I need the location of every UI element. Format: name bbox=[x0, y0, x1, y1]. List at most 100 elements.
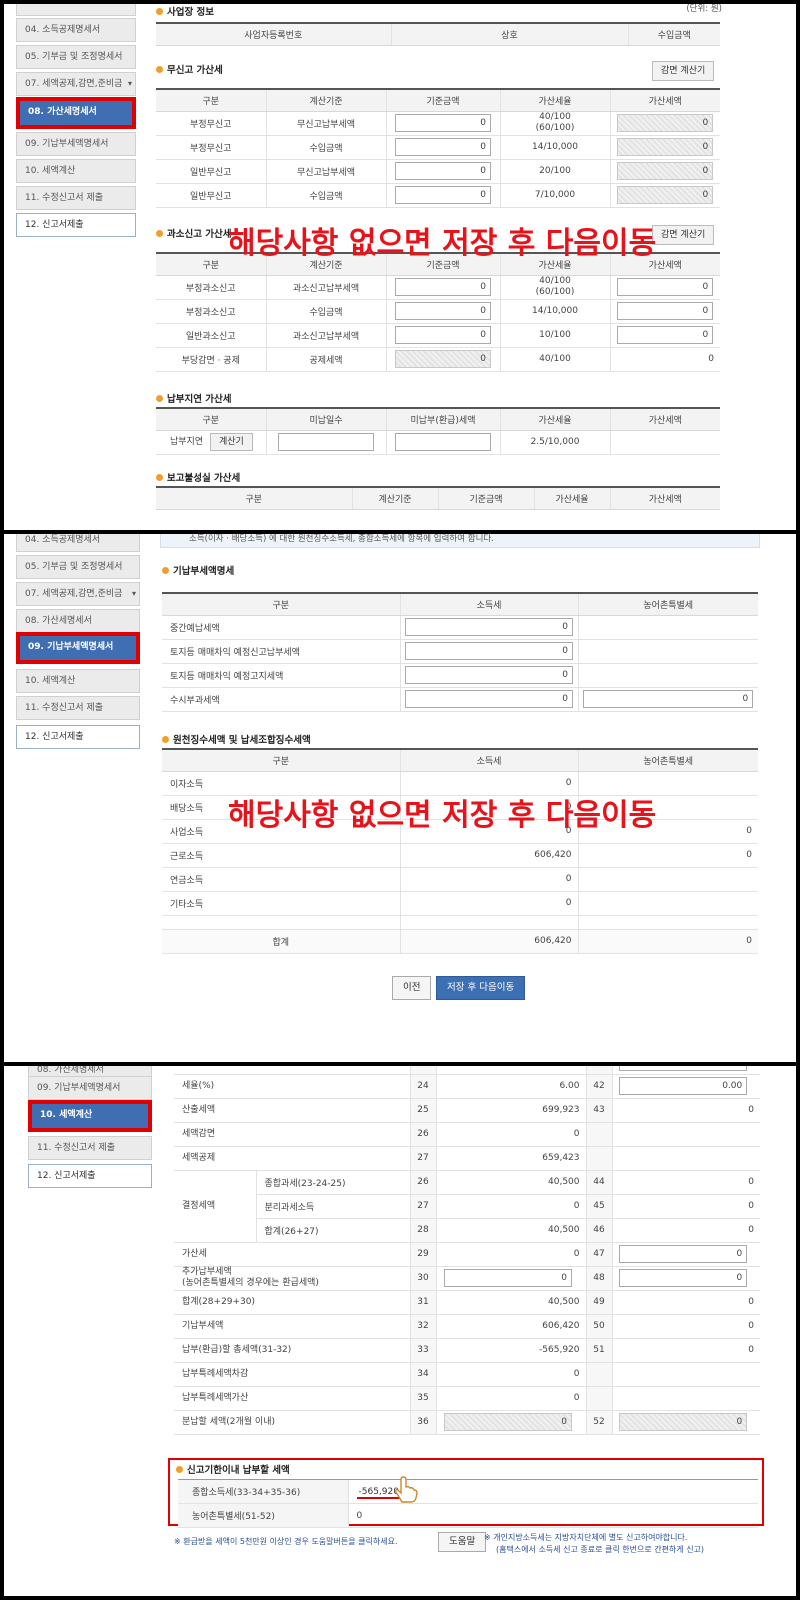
sidebar-item-income-deduction[interactable]: 04. 소득공제명세서 bbox=[16, 18, 136, 42]
rural-tax-cell bbox=[577, 639, 758, 664]
sidebar-item-prepaid-tax[interactable]: 09. 기납부세액명세서 bbox=[28, 1076, 152, 1100]
rural-tax-value-cell bbox=[611, 1386, 760, 1411]
row-label: 세율(%) bbox=[174, 1074, 410, 1099]
base-amount-input[interactable]: 0 bbox=[395, 162, 491, 180]
sidebar-item-amended[interactable]: 11. 수정신고서 제출 bbox=[28, 1136, 152, 1160]
base-amount-input[interactable]: 0 bbox=[395, 186, 491, 204]
income-tax-input[interactable]: 0 bbox=[405, 666, 573, 684]
income-tax-input[interactable]: 0 bbox=[405, 642, 573, 660]
sidebar-item-amended[interactable]: 11. 수정신고서 제출 bbox=[16, 186, 136, 210]
sidebar-item-donation[interactable]: 05. 기부금 및 조정명세서 bbox=[16, 45, 136, 69]
sidebar-item-donation[interactable]: 05. 기부금 및 조정명세서 bbox=[16, 555, 140, 579]
income-tax-value-cell: 40,500 bbox=[435, 1218, 586, 1243]
sidebar-item-prepaid-tax[interactable]: 09. 기납부세액명세서 bbox=[16, 132, 136, 156]
reduction-calculator-button[interactable]: 감면 계산기 bbox=[652, 61, 715, 81]
rural-tax-value-cell: 0 bbox=[611, 1218, 760, 1243]
rural-tax-value-cell bbox=[611, 1122, 760, 1147]
sidebar-item-tax-calc[interactable]: 10. 세액계산 bbox=[32, 1104, 148, 1128]
prev-button[interactable]: 이전 bbox=[392, 976, 432, 1000]
column-header: 계산기준 bbox=[265, 88, 386, 112]
table-row: 수시부과세액 0 0 bbox=[162, 687, 758, 712]
sidebar-item-tax-calc[interactable]: 10. 세액계산 bbox=[16, 159, 136, 183]
rural-tax-value-cell: 0 bbox=[611, 1242, 760, 1267]
sidebar-item-penalty-tax[interactable]: 08. 가산세명세서 bbox=[16, 609, 140, 633]
row-label: 기타소득 bbox=[162, 891, 400, 916]
row-label: 합계(28+29+30) bbox=[174, 1290, 410, 1315]
sidebar-item-tax-credit[interactable]: 07. 세액공제,감면,준비금 ▾ bbox=[16, 582, 140, 606]
sidebar-item-label: 09. 기납부세액명세서 bbox=[25, 139, 109, 149]
penalty-amount-input[interactable]: 0 bbox=[617, 302, 714, 320]
row-label bbox=[174, 1170, 256, 1194]
table-row: 근로소득 606,420 0 bbox=[162, 843, 758, 868]
bullet-icon bbox=[176, 1466, 183, 1473]
income-tax-value-input[interactable]: 0 bbox=[444, 1269, 572, 1287]
rural-tax-value-input[interactable]: 0 bbox=[619, 1245, 748, 1263]
sidebar-item-label: 11. 수정신고서 제출 bbox=[25, 193, 103, 203]
late-calculator-button[interactable]: 계산기 bbox=[210, 433, 253, 451]
rural-tax-value-cell: 0 bbox=[611, 1290, 760, 1315]
row-basis: 무신고납부세액 bbox=[265, 111, 386, 136]
rural-tax-value-input[interactable]: 0.00 bbox=[619, 1077, 748, 1095]
rural-tax-value bbox=[577, 867, 758, 892]
sidebar-item-partial[interactable] bbox=[16, 4, 136, 16]
income-tax-input[interactable]: 0 bbox=[405, 690, 573, 708]
sidebar-item-label: 07. 세액공제,감면,준비금 bbox=[25, 79, 123, 89]
table-row: 합계(28+29+30) 31 40,500 49 0 bbox=[174, 1290, 760, 1315]
penalty-amount-input[interactable]: 0 bbox=[617, 326, 714, 344]
sidebar-item-tax-credit[interactable]: 07. 세액공제,감면,준비금 ▾ bbox=[16, 72, 136, 96]
base-amount-field: 0 bbox=[395, 350, 491, 368]
income-tax-value-cell: 11,665,389 bbox=[435, 1066, 586, 1075]
sidebar-item-submit[interactable]: 12. 신고서제출 bbox=[28, 1164, 152, 1188]
rural-tax-value-cell: 0 bbox=[611, 1098, 760, 1123]
base-amount-input[interactable]: 0 bbox=[395, 278, 491, 296]
income-tax-value-cell: 40,500 bbox=[435, 1290, 586, 1315]
help-button[interactable]: 도움말 bbox=[438, 1532, 487, 1552]
sidebar-item-income-deduction[interactable]: 04. 소득공제명세서 bbox=[16, 534, 140, 552]
income-line-number: 23 bbox=[409, 1066, 436, 1075]
reduction-calculator-button-2[interactable]: 감면 계산기 bbox=[652, 225, 715, 245]
sidebar-item-label: 04. 소득공제명세서 bbox=[25, 535, 101, 545]
row-type: 납부지연 bbox=[170, 437, 204, 447]
sidebar-item-submit[interactable]: 12. 신고서제출 bbox=[16, 213, 136, 237]
business-info-table: 사업자등록번호 상호 수입금액 bbox=[156, 22, 720, 46]
row-label: 기납부세액 bbox=[174, 1314, 410, 1339]
column-header: 구분 bbox=[156, 88, 266, 112]
table-row: 가산세 29 0 47 0 bbox=[174, 1242, 760, 1267]
rural-tax-value-cell: 0 bbox=[611, 1266, 760, 1291]
save-next-button[interactable]: 저장 후 다음이동 bbox=[436, 976, 526, 1000]
income-line-number: 25 bbox=[409, 1098, 436, 1123]
sidebar-item-label: 08. 가산세명세서 bbox=[37, 1066, 104, 1075]
rural-tax-value bbox=[577, 891, 758, 916]
base-amount-input[interactable]: 0 bbox=[395, 302, 491, 320]
penalty-tax-panel: 04. 소득공제명세서 05. 기부금 및 조정명세서 07. 세액공제,감면,… bbox=[4, 4, 796, 530]
income-tax-value-cell: 0 bbox=[435, 1266, 586, 1291]
rural-line-number: 43 bbox=[585, 1098, 612, 1123]
table-row: 토지등 매매차익 예정신고납부세액 0 bbox=[162, 639, 758, 664]
sidebar-item-amended[interactable]: 11. 수정신고서 제출 bbox=[16, 696, 140, 720]
sidebar-item-label: 12. 신고서제출 bbox=[25, 732, 84, 742]
sidebar-item-submit[interactable]: 12. 신고서제출 bbox=[16, 725, 140, 749]
column-header: 가산세액 bbox=[609, 407, 720, 431]
income-tax-input[interactable]: 0 bbox=[405, 618, 573, 636]
row-label: 근로소득 bbox=[162, 843, 400, 868]
rural-tax-value-input[interactable]: 0 bbox=[619, 1066, 748, 1071]
sidebar-item-penalty-tax[interactable]: 08. 가산세명세서 bbox=[20, 101, 132, 125]
penalty-amount-field: 0 bbox=[617, 114, 714, 132]
sidebar-item-tax-calc[interactable]: 10. 세액계산 bbox=[16, 669, 140, 693]
unpaid-days-input[interactable] bbox=[278, 433, 374, 451]
rural-tax-value-input[interactable]: 0 bbox=[619, 1269, 748, 1287]
row-rate: 7/10,000 bbox=[499, 183, 610, 208]
nonfiling-title: 무신고 가산세 bbox=[156, 62, 223, 76]
tax-calculation-panel: 08. 가산세명세서 09. 기납부세액명세서 10. 세액계산 11. 수정신… bbox=[4, 1066, 796, 1596]
base-amount-input[interactable]: 0 bbox=[395, 138, 491, 156]
income-line-number: 33 bbox=[409, 1338, 436, 1363]
base-amount-input[interactable]: 0 bbox=[395, 114, 491, 132]
rural-tax-input[interactable]: 0 bbox=[583, 690, 754, 708]
spacer-row bbox=[162, 915, 758, 930]
base-amount-input[interactable]: 0 bbox=[395, 326, 491, 344]
business-info-title: 사업장 정보 bbox=[156, 4, 214, 18]
penalty-amount-input[interactable]: 0 bbox=[617, 278, 714, 296]
column-header: 구분 bbox=[162, 592, 400, 616]
unpaid-tax-input[interactable] bbox=[395, 433, 491, 451]
sidebar-item-prepaid-tax[interactable]: 09. 기납부세액명세서 bbox=[20, 636, 136, 660]
